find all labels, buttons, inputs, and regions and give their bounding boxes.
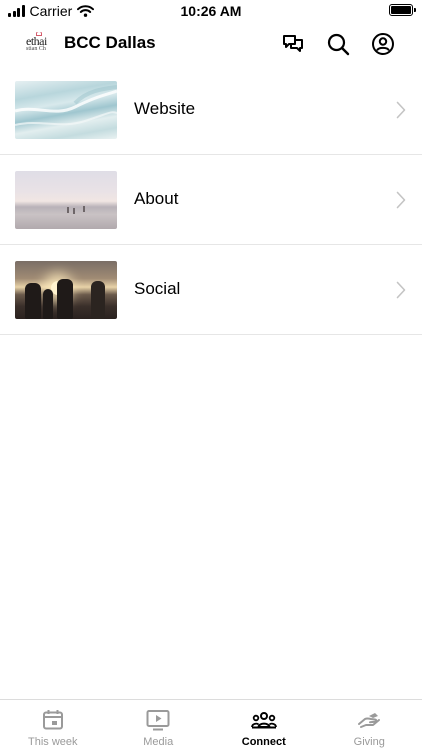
connect-list: Website About Social xyxy=(0,65,422,335)
status-time: 10:26 AM xyxy=(180,3,242,19)
calendar-icon xyxy=(40,709,66,731)
giving-hand-icon xyxy=(356,709,382,731)
logo-text-sub: stian Ch xyxy=(26,46,46,52)
list-item-social[interactable]: Social xyxy=(0,245,422,335)
account-icon xyxy=(372,33,394,55)
account-button[interactable] xyxy=(370,31,396,57)
church-logo[interactable]: ethai stian Ch xyxy=(26,32,52,56)
app-header: ethai stian Ch BCC Dallas xyxy=(0,24,422,64)
tab-connect[interactable]: Connect xyxy=(211,700,317,750)
chevron-right-icon xyxy=(396,281,406,299)
tab-media[interactable]: Media xyxy=(106,700,212,750)
list-item-label: Social xyxy=(134,279,181,298)
chat-bubbles-icon xyxy=(283,35,303,52)
battery-icon xyxy=(389,4,416,16)
tab-bar: This week Media Connect Giving xyxy=(0,699,422,750)
list-item-website[interactable]: Website xyxy=(0,65,422,155)
friends-sunset-thumbnail xyxy=(15,261,117,319)
tab-giving[interactable]: Giving xyxy=(317,700,422,750)
messages-button[interactable] xyxy=(280,31,306,57)
ocean-waves-thumbnail xyxy=(15,81,117,139)
status-bar: Carrier 10:26 AM xyxy=(0,0,422,22)
list-item-about[interactable]: About xyxy=(0,155,422,245)
play-icon xyxy=(145,709,171,731)
chevron-right-icon xyxy=(396,191,406,209)
beach-sunrise-thumbnail xyxy=(15,171,117,229)
tab-this-week[interactable]: This week xyxy=(0,700,106,750)
tab-label: Giving xyxy=(353,736,385,748)
people-icon xyxy=(250,709,277,731)
search-button[interactable] xyxy=(325,31,351,57)
tab-label: Media xyxy=(143,736,174,748)
list-item-label: Website xyxy=(134,99,196,118)
search-icon xyxy=(327,33,350,56)
tab-label: This week xyxy=(27,736,78,748)
list-item-label: About xyxy=(134,189,179,208)
chevron-right-icon xyxy=(396,101,406,119)
tab-label: Connect xyxy=(241,736,286,748)
page-title: BCC Dallas xyxy=(64,33,156,52)
